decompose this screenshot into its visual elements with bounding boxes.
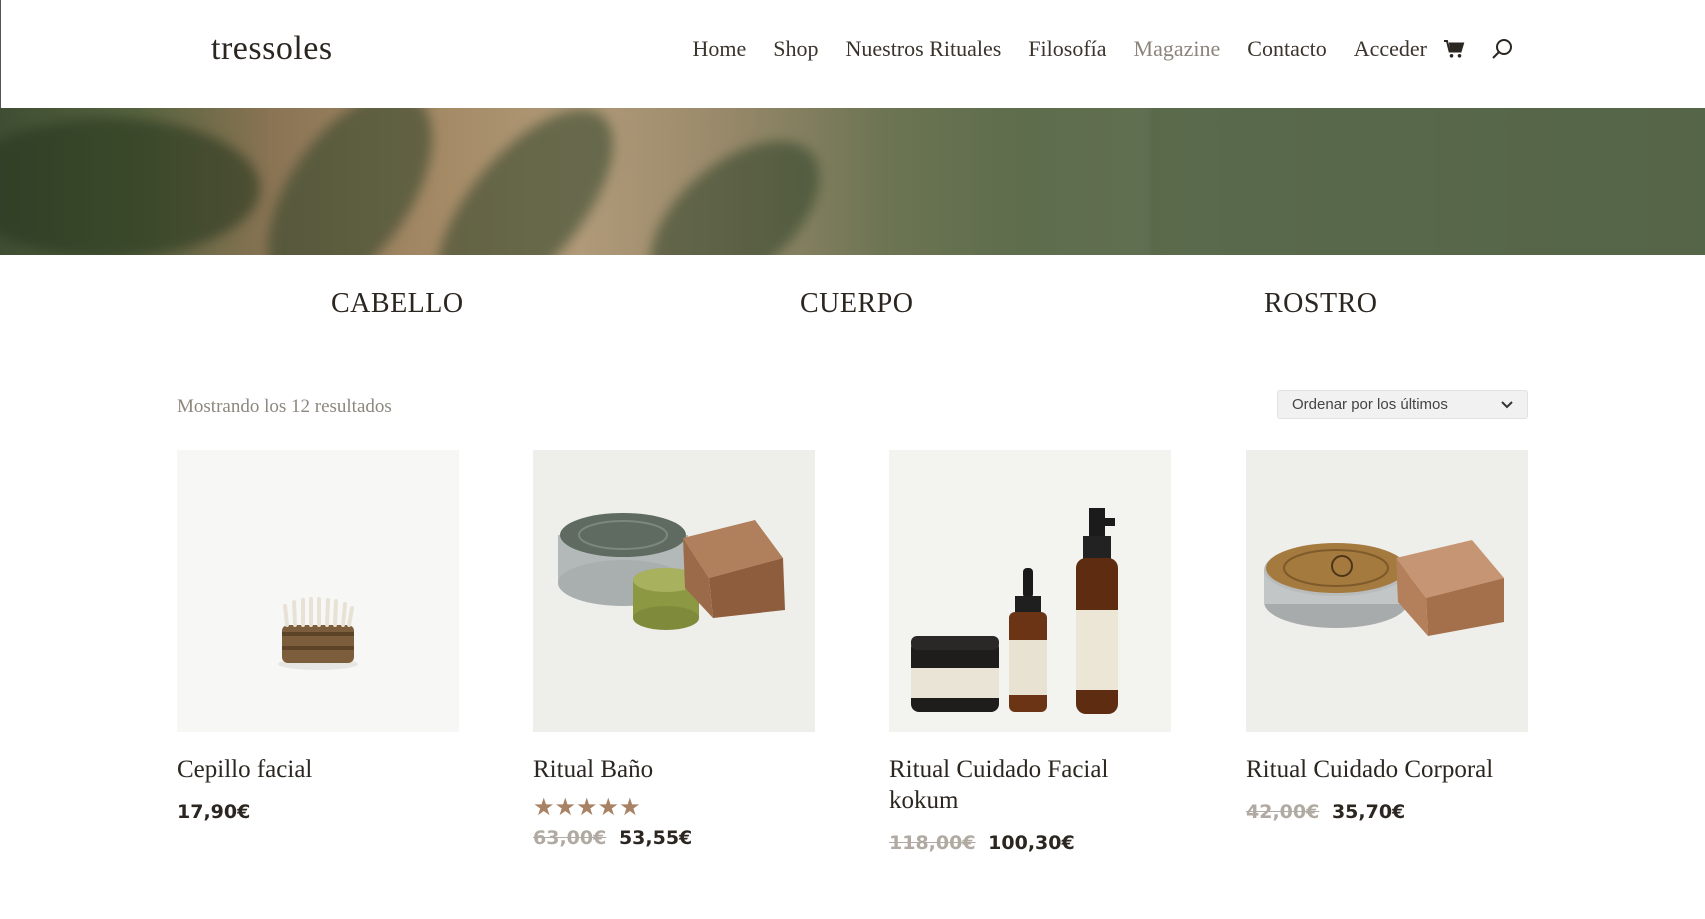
nav-home[interactable]: Home bbox=[692, 36, 746, 62]
product-card[interactable]: Ritual Cuidado Facial kokum 118,00€ 100,… bbox=[889, 450, 1171, 854]
nav-filosofia[interactable]: Filosofía bbox=[1028, 36, 1106, 62]
sale-price: 100,30€ bbox=[988, 832, 1075, 854]
nav-shop[interactable]: Shop bbox=[773, 36, 818, 62]
main-nav: Home Shop Nuestros Rituales Filosofía Ma… bbox=[665, 36, 1515, 62]
cart-icon[interactable] bbox=[1441, 36, 1467, 62]
product-price: 118,00€ 100,30€ bbox=[889, 832, 1171, 854]
hero-foliage-shape bbox=[0, 118, 260, 255]
nav-magazine[interactable]: Magazine bbox=[1134, 36, 1221, 62]
product-image[interactable] bbox=[889, 450, 1171, 732]
search-icon[interactable] bbox=[1489, 36, 1515, 62]
product-title[interactable]: Ritual Baño bbox=[533, 754, 815, 785]
chevron-down-icon bbox=[1501, 396, 1513, 413]
hero-leaf-shape bbox=[405, 108, 645, 255]
product-price: 63,00€ 53,55€ bbox=[533, 827, 815, 849]
product-image[interactable] bbox=[1246, 450, 1528, 732]
regular-price: 42,00€ bbox=[1246, 801, 1320, 823]
product-image[interactable] bbox=[533, 450, 815, 732]
product-title[interactable]: Ritual Cuidado Facial kokum bbox=[889, 754, 1171, 816]
hero-shade-shape bbox=[1150, 108, 1705, 255]
hero-leaf-shape bbox=[623, 111, 847, 255]
product-image[interactable] bbox=[177, 450, 459, 732]
hero-banner bbox=[0, 108, 1705, 255]
product-price: 42,00€ 35,70€ bbox=[1246, 801, 1528, 823]
product-card[interactable]: Ritual Cuidado Corporal 42,00€ 35,70€ bbox=[1246, 450, 1528, 823]
current-price: 17,90€ bbox=[177, 801, 251, 823]
result-count: Mostrando los 12 resultados bbox=[177, 396, 392, 417]
orderby-select[interactable]: Ordenar por los últimos bbox=[1277, 390, 1528, 419]
hero-leaf-shape bbox=[234, 108, 466, 255]
site-header: tressoles Home Shop Nuestros Rituales Fi… bbox=[0, 0, 1705, 108]
category-cuerpo[interactable]: CUERPO bbox=[800, 288, 913, 320]
rating-stars: ★★★★★ bbox=[533, 793, 641, 821]
orderby-selected-value: Ordenar por los últimos bbox=[1292, 396, 1448, 413]
category-rostro[interactable]: ROSTRO bbox=[1264, 288, 1377, 320]
product-title[interactable]: Ritual Cuidado Corporal bbox=[1246, 754, 1528, 785]
sale-price: 35,70€ bbox=[1331, 801, 1406, 823]
nav-acceder[interactable]: Acceder bbox=[1354, 36, 1427, 62]
site-logo[interactable]: tressoles bbox=[211, 30, 333, 68]
sale-price: 53,55€ bbox=[618, 827, 693, 849]
regular-price: 118,00€ bbox=[889, 832, 976, 854]
product-card[interactable]: Cepillo facial 17,90€ bbox=[177, 450, 459, 823]
category-cabello[interactable]: CABELLO bbox=[331, 288, 464, 320]
product-card[interactable]: Ritual Baño ★★★★★ 63,00€ 53,55€ bbox=[533, 450, 815, 849]
regular-price: 63,00€ bbox=[533, 827, 607, 849]
nav-contacto[interactable]: Contacto bbox=[1247, 36, 1326, 62]
product-title[interactable]: Cepillo facial bbox=[177, 754, 459, 785]
product-price: 17,90€ bbox=[177, 801, 459, 823]
nav-nuestros-rituales[interactable]: Nuestros Rituales bbox=[845, 36, 1001, 62]
